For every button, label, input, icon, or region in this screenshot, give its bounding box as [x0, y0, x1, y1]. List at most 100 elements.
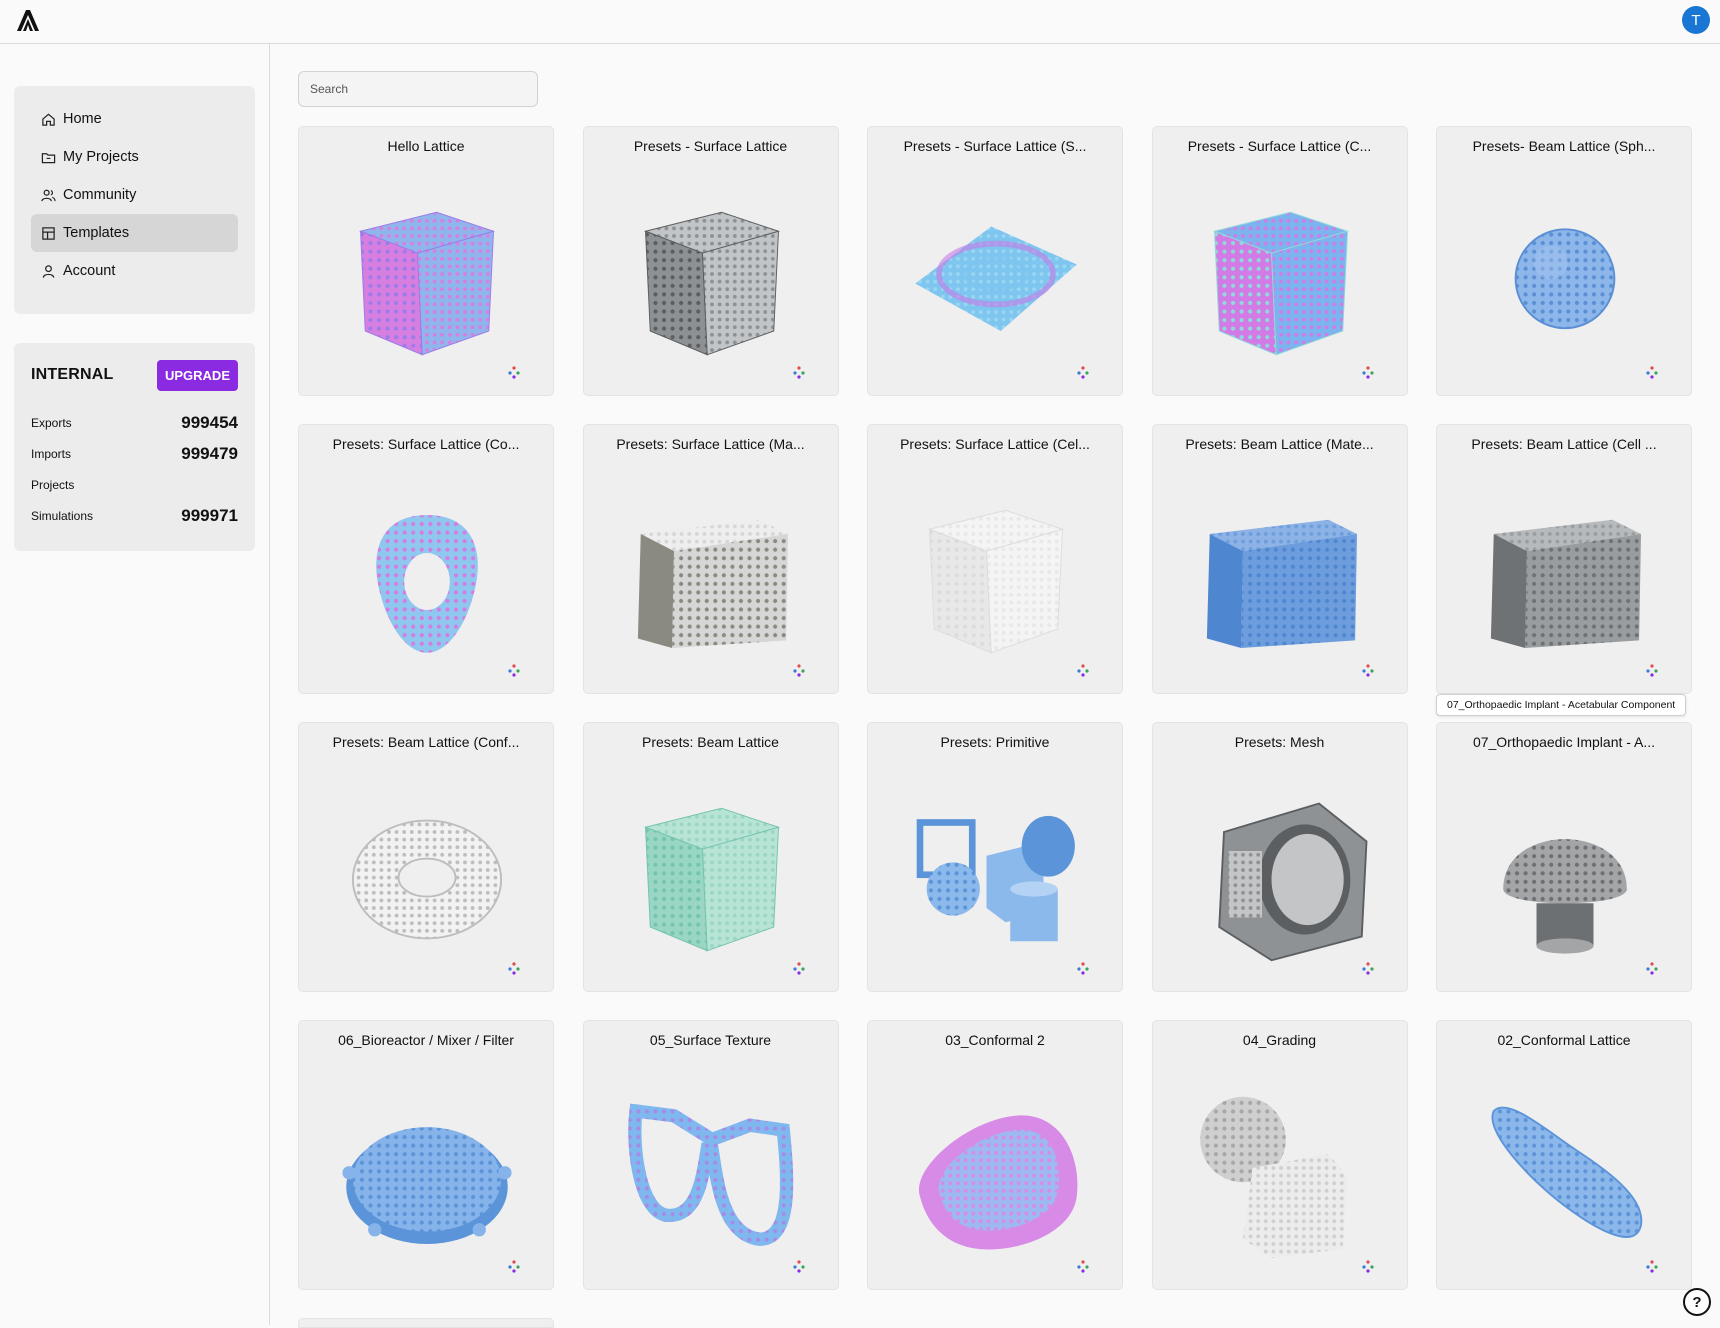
template-type-icon — [792, 1259, 806, 1273]
template-card-title: Presets: Beam Lattice (Cell ... — [1447, 436, 1681, 452]
template-card-title: Presets: Primitive — [878, 734, 1112, 750]
template-thumbnail — [896, 775, 1096, 965]
sidebar-item-templates[interactable]: Templates — [31, 214, 238, 252]
top-bar: T — [0, 0, 1720, 44]
template-card[interactable]: 06_Bioreactor / Mixer / Filter — [298, 1020, 554, 1290]
template-card[interactable]: 04_Grading — [1152, 1020, 1408, 1290]
template-type-icon — [1076, 663, 1090, 677]
template-thumbnail — [896, 477, 1096, 667]
template-thumbnail — [1181, 1073, 1381, 1263]
template-card[interactable]: 02_Conformal Lattice — [1436, 1020, 1692, 1290]
template-card-title: Presets: Mesh — [1163, 734, 1397, 750]
sidebar-item-my-projects[interactable]: My Projects — [31, 138, 238, 176]
stat-exports: Exports 999454 — [31, 407, 238, 438]
app-logo-icon[interactable] — [14, 6, 42, 34]
template-thumbnail — [612, 1073, 812, 1263]
template-type-icon — [1645, 663, 1659, 677]
template-type-icon — [1361, 365, 1375, 379]
search-input[interactable] — [298, 71, 538, 107]
sidebar-item-community[interactable]: Community — [31, 176, 238, 214]
template-card[interactable]: Presets: Beam Lattice (Cell ... — [1436, 424, 1692, 694]
template-card-title: Presets: Surface Lattice (Cel... — [878, 436, 1112, 452]
sidebar-item-label: Templates — [63, 225, 129, 241]
sidebar-item-account[interactable]: Account — [31, 252, 238, 290]
template-card-title: Presets: Beam Lattice (Mate... — [1163, 436, 1397, 452]
template-card-title: Presets - Surface Lattice (S... — [878, 138, 1112, 154]
template-thumbnail — [1465, 1073, 1665, 1263]
template-card[interactable]: Presets: Mesh — [1152, 722, 1408, 992]
template-thumbnail — [327, 179, 527, 369]
stat-label: Imports — [31, 447, 71, 461]
template-thumbnail — [612, 477, 812, 667]
template-card-title: Presets: Surface Lattice (Ma... — [594, 436, 828, 452]
template-card-title: Presets - Surface Lattice (C... — [1163, 138, 1397, 154]
stat-value: 999971 — [181, 506, 238, 526]
stat-label: Exports — [31, 416, 72, 430]
template-thumbnail — [1181, 179, 1381, 369]
template-thumbnail — [896, 179, 1096, 369]
main-content: Hello Lattice Presets - Surface Lattice … — [271, 44, 1720, 1325]
template-card[interactable]: Presets: Surface Lattice (Co... — [298, 424, 554, 694]
template-card-title: 07_Orthopaedic Implant - A... — [1447, 734, 1681, 750]
template-card[interactable]: 03_Conformal 2 — [867, 1020, 1123, 1290]
usage-panel: INTERNAL UPGRADE Exports 999454 Imports … — [14, 343, 255, 551]
template-card[interactable] — [298, 1318, 554, 1328]
template-card[interactable]: Presets- Beam Lattice (Sph... — [1436, 126, 1692, 396]
community-icon — [41, 188, 56, 203]
template-card-title: Presets: Beam Lattice — [594, 734, 828, 750]
stat-label: Simulations — [31, 509, 93, 523]
template-card-title: 06_Bioreactor / Mixer / Filter — [309, 1032, 543, 1048]
stat-imports: Imports 999479 — [31, 438, 238, 469]
template-type-icon — [1361, 961, 1375, 975]
template-type-icon — [1361, 1259, 1375, 1273]
sidebar-item-label: My Projects — [63, 149, 139, 165]
template-card[interactable]: Presets: Surface Lattice (Ma... — [583, 424, 839, 694]
template-type-icon — [507, 663, 521, 677]
template-card[interactable]: Presets - Surface Lattice — [583, 126, 839, 396]
template-card-title: Presets- Beam Lattice (Sph... — [1447, 138, 1681, 154]
template-thumbnail — [896, 1073, 1096, 1263]
template-card[interactable]: 05_Surface Texture — [583, 1020, 839, 1290]
template-card[interactable]: Hello Lattice — [298, 126, 554, 396]
template-type-icon — [1645, 961, 1659, 975]
template-thumbnail — [1465, 477, 1665, 667]
template-card[interactable]: Presets: Beam Lattice — [583, 722, 839, 992]
template-thumbnail — [1181, 775, 1381, 965]
sidebar-item-home[interactable]: Home — [31, 100, 238, 138]
templates-icon — [41, 226, 56, 241]
template-type-icon — [792, 365, 806, 379]
template-card-title: 05_Surface Texture — [594, 1032, 828, 1048]
template-type-icon — [1076, 961, 1090, 975]
template-card-title: 04_Grading — [1163, 1032, 1397, 1048]
template-card[interactable]: 07_Orthopaedic Implant - A... — [1436, 722, 1692, 992]
template-card[interactable]: Presets: Primitive — [867, 722, 1123, 992]
stat-label: Projects — [31, 478, 74, 492]
template-type-icon — [507, 365, 521, 379]
template-card[interactable]: Presets: Surface Lattice (Cel... — [867, 424, 1123, 694]
template-type-icon — [507, 1259, 521, 1273]
projects-icon — [41, 150, 56, 165]
template-thumbnail — [612, 179, 812, 369]
stat-value: 999479 — [181, 444, 238, 464]
upgrade-button[interactable]: UPGRADE — [157, 360, 238, 391]
user-avatar[interactable]: T — [1682, 6, 1710, 34]
template-card-title: Presets: Beam Lattice (Conf... — [309, 734, 543, 750]
template-card-title: Hello Lattice — [309, 138, 543, 154]
sidebar-item-label: Home — [63, 111, 102, 127]
template-card-title: 03_Conformal 2 — [878, 1032, 1112, 1048]
template-card[interactable]: Presets: Beam Lattice (Mate... — [1152, 424, 1408, 694]
template-thumbnail — [327, 1073, 527, 1263]
template-thumbnail — [1465, 179, 1665, 369]
template-type-icon — [1645, 365, 1659, 379]
template-card[interactable]: Presets - Surface Lattice (S... — [867, 126, 1123, 396]
template-card[interactable]: Presets: Beam Lattice (Conf... — [298, 722, 554, 992]
template-card-title: Presets - Surface Lattice — [594, 138, 828, 154]
template-card-title: Presets: Surface Lattice (Co... — [309, 436, 543, 452]
sidebar-item-label: Account — [63, 263, 115, 279]
template-thumbnail — [327, 477, 527, 667]
help-button[interactable]: ? — [1683, 1288, 1711, 1316]
card-tooltip: 07_Orthopaedic Implant - Acetabular Comp… — [1436, 694, 1686, 716]
template-card[interactable]: Presets - Surface Lattice (C... — [1152, 126, 1408, 396]
template-card-title: 02_Conformal Lattice — [1447, 1032, 1681, 1048]
stat-simulations: Simulations 999971 — [31, 500, 238, 531]
